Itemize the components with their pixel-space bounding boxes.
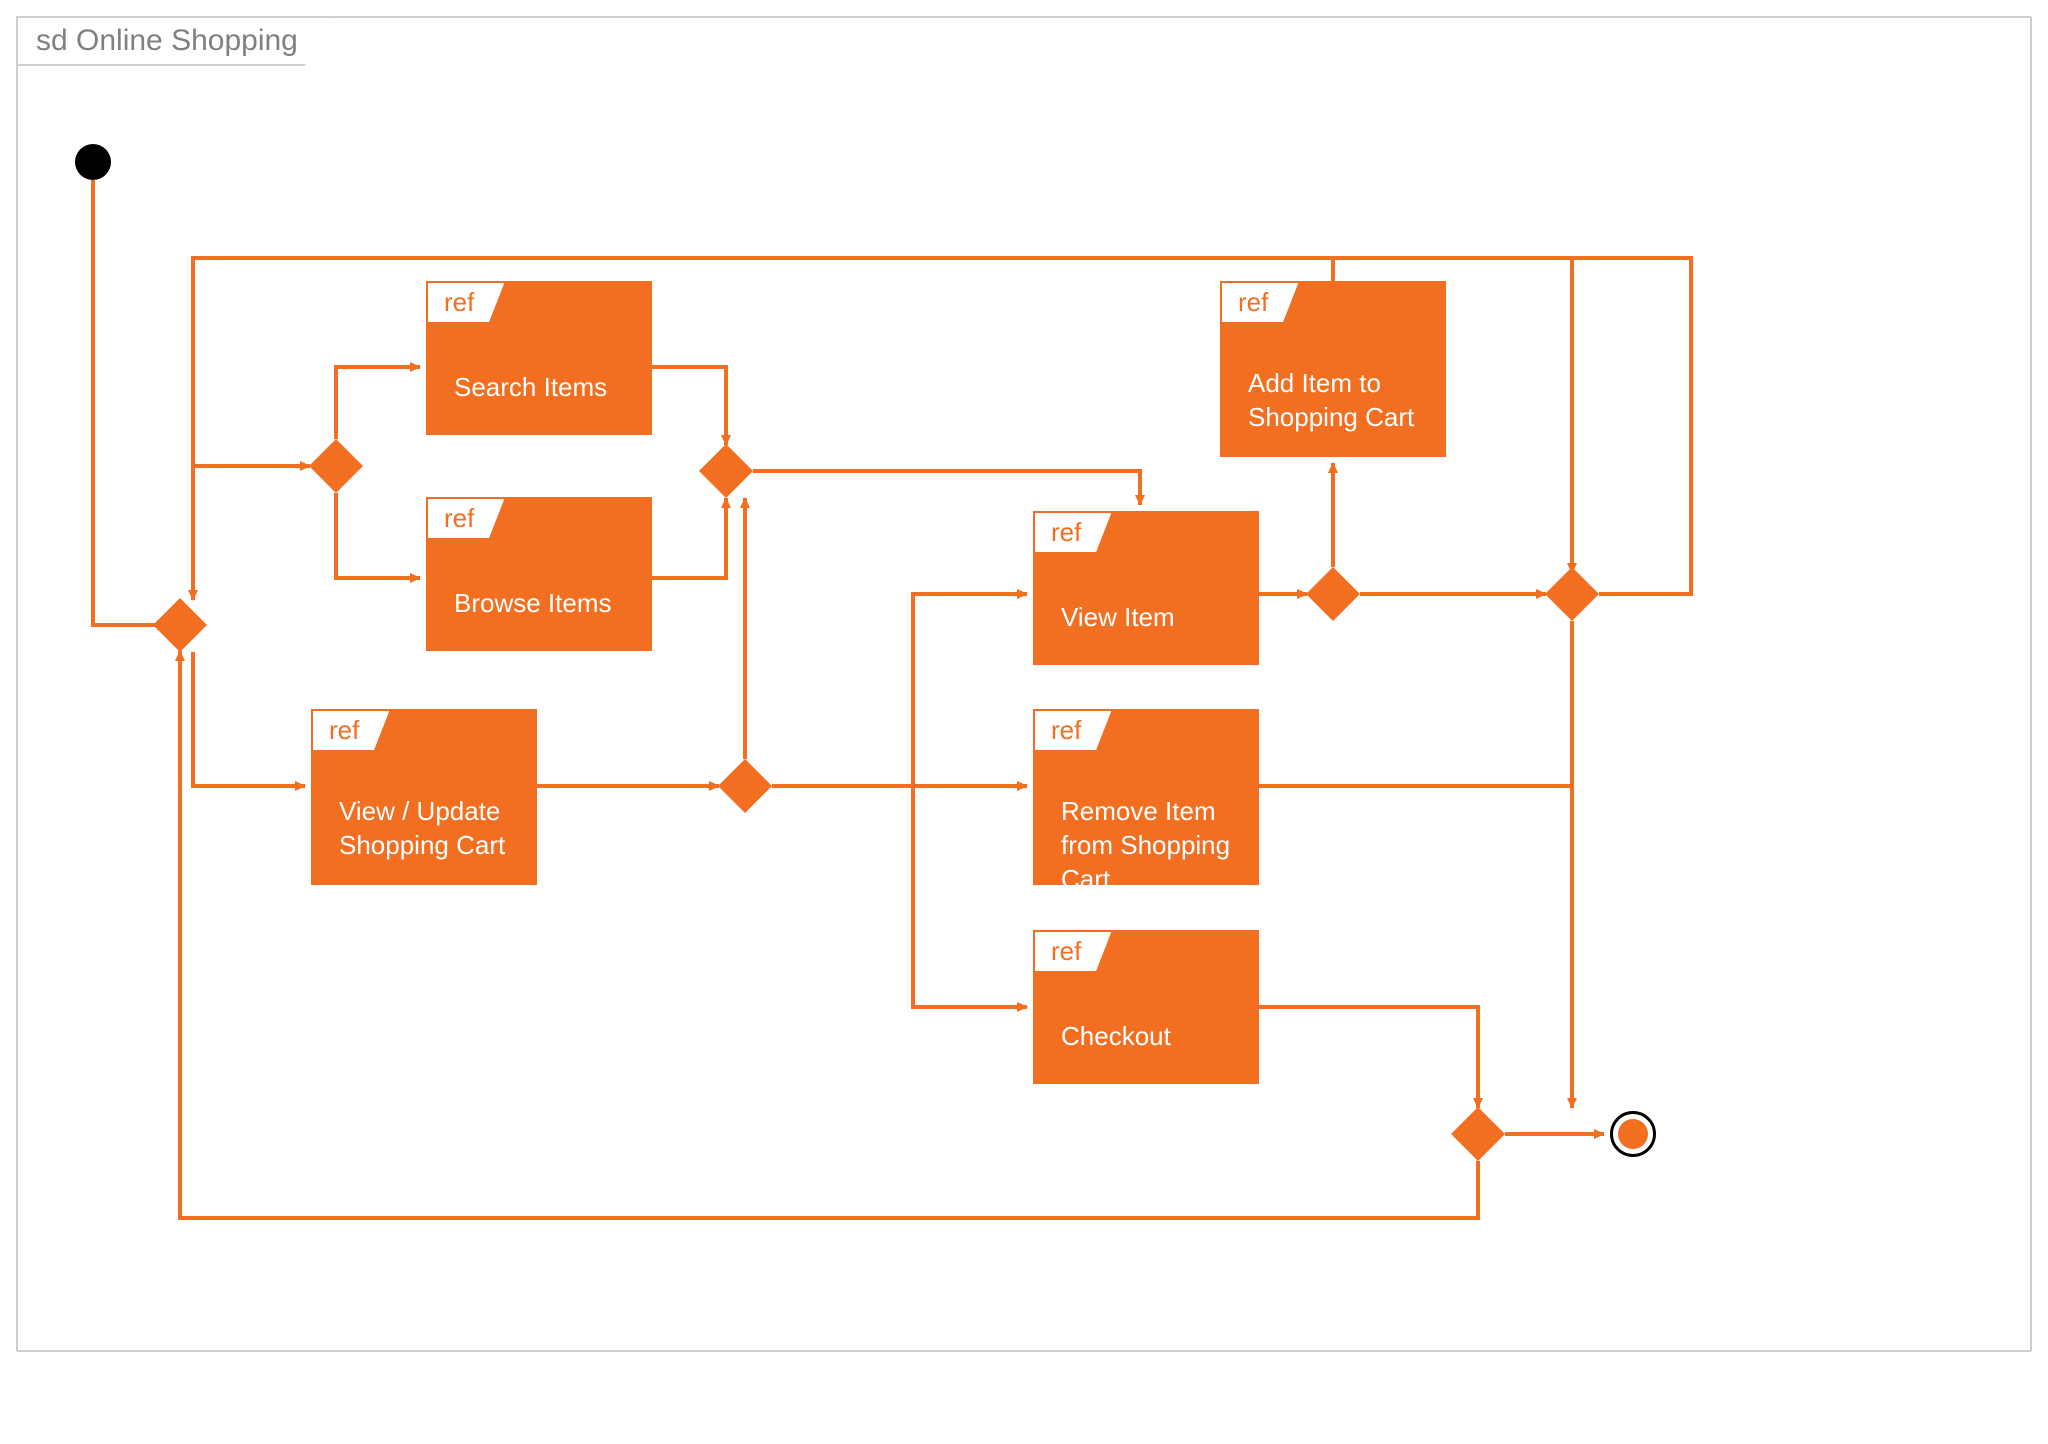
ref-label-add-item: Add Item to Shopping Cart (1248, 367, 1438, 435)
ref-tag: ref (1035, 932, 1111, 971)
ref-remove-item: ref Remove Item from Shopping Cart (1033, 709, 1259, 885)
start-node-icon (75, 144, 111, 180)
ref-label-checkout: Checkout (1061, 1020, 1171, 1054)
ref-browse-items: ref Browse Items (426, 497, 652, 651)
ref-label-view-update-cart: View / Update Shopping Cart (339, 795, 529, 863)
ref-tag: ref (313, 711, 389, 750)
ref-tag: ref (1035, 711, 1111, 750)
end-node-inner-icon (1618, 1119, 1648, 1149)
frame-title: sd Online Shopping (16, 16, 330, 66)
ref-search-items: ref Search Items (426, 281, 652, 435)
diagram-frame: sd Online Shopping (16, 16, 2032, 1352)
ref-add-item: ref Add Item to Shopping Cart (1220, 281, 1446, 457)
ref-view-item: ref View Item (1033, 511, 1259, 665)
ref-tag: ref (1222, 283, 1298, 322)
ref-tag: ref (428, 499, 504, 538)
ref-label-search-items: Search Items (454, 371, 607, 405)
diagram-canvas: sd Online Shopping ref Search Items ref … (0, 0, 2048, 1444)
ref-label-remove-item: Remove Item from Shopping Cart (1061, 795, 1261, 896)
ref-tag: ref (1035, 513, 1111, 552)
ref-tag: ref (428, 283, 504, 322)
ref-checkout: ref Checkout (1033, 930, 1259, 1084)
ref-label-view-item: View Item (1061, 601, 1175, 635)
ref-view-update-cart: ref View / Update Shopping Cart (311, 709, 537, 885)
ref-label-browse-items: Browse Items (454, 587, 612, 621)
